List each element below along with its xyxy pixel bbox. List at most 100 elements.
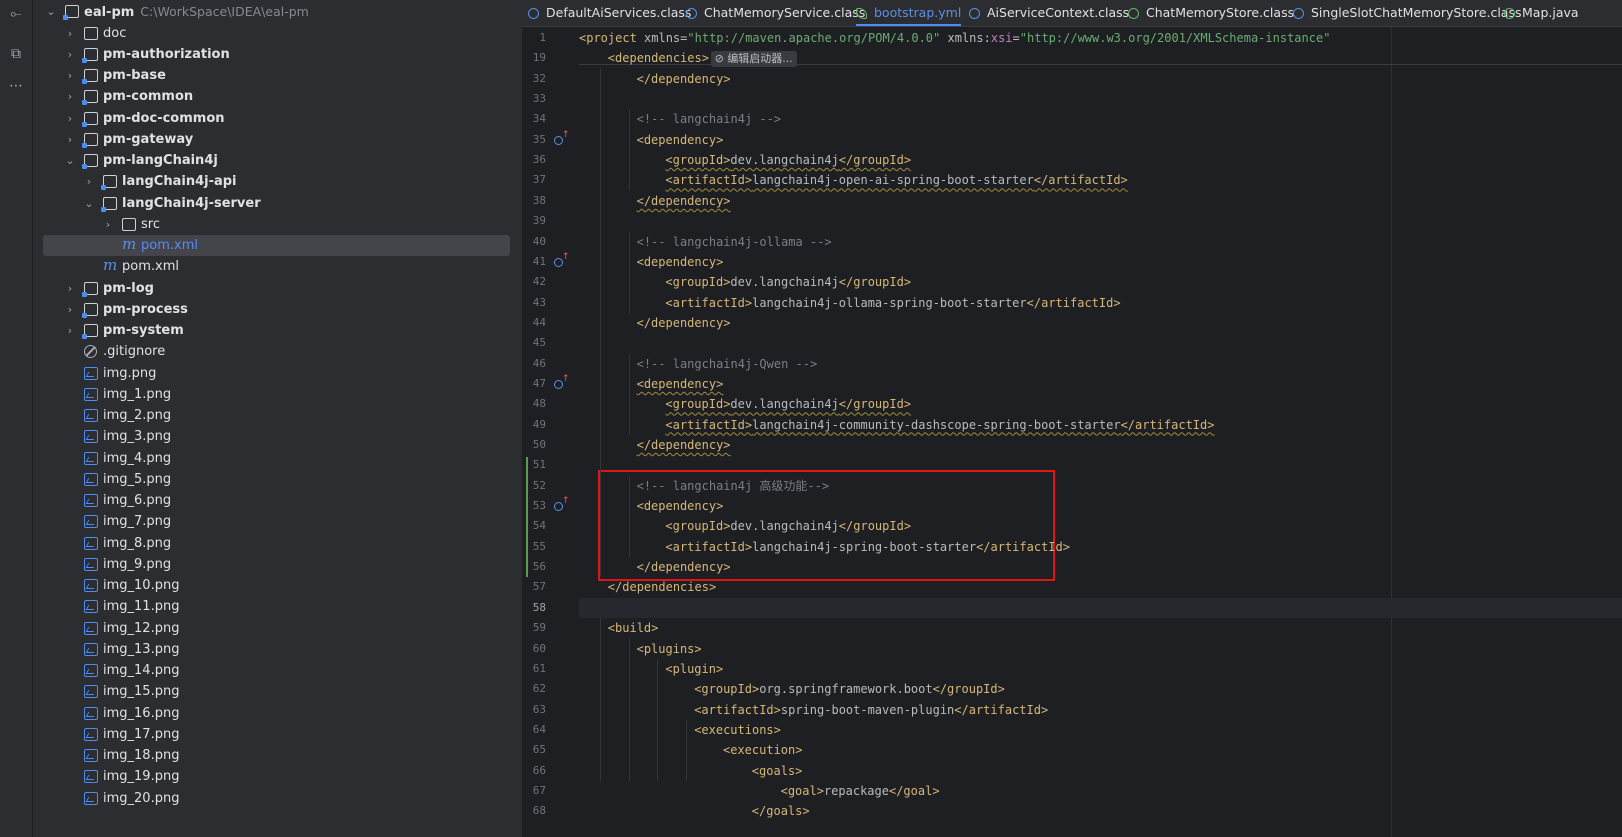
tree-item[interactable]: img_3.png xyxy=(43,426,510,447)
editor-tab[interactable]: ChatMemoryStore.class xyxy=(1128,0,1294,26)
tree-item-label: img_14.png xyxy=(103,663,180,678)
code-line: <dependency> xyxy=(637,252,724,272)
chevron-right-icon[interactable]: › xyxy=(64,65,76,86)
line-number: 67 xyxy=(532,783,546,797)
line-number: 1 xyxy=(539,31,546,44)
editor-tab[interactable]: DefaultAiServices.class xyxy=(528,0,691,26)
tree-item[interactable]: img_9.png xyxy=(43,554,510,575)
chevron-right-icon[interactable]: › xyxy=(64,299,76,320)
tree-root[interactable]: ⌄ eal-pm C:\WorkSpace\IDEA\eal-pm xyxy=(43,1,510,22)
spring-bean-gutter-icon[interactable] xyxy=(554,496,570,512)
module-folder-icon xyxy=(82,324,98,339)
chevron-right-icon[interactable]: › xyxy=(64,320,76,341)
tree-item[interactable]: img_2.png xyxy=(43,405,510,426)
chevron-down-icon[interactable]: ⌄ xyxy=(83,193,95,214)
code-area[interactable]: ⊘ 编辑启动器... <project xmlns="http://maven.… xyxy=(579,27,1622,837)
code-line: </dependency> xyxy=(637,557,731,577)
tree-item[interactable]: ⌄ pm-langChain4j xyxy=(43,150,510,171)
tree-item[interactable]: › pm-doc-common xyxy=(43,108,510,129)
chevron-right-icon[interactable]: › xyxy=(64,108,76,129)
chevron-right-icon[interactable]: › xyxy=(64,23,76,44)
tree-item[interactable]: img_7.png xyxy=(43,511,510,532)
module-folder-icon xyxy=(82,281,98,297)
line-number: 63 xyxy=(532,702,546,716)
tab-label: ChatMemoryStore.class xyxy=(1146,5,1295,20)
tree-item[interactable]: › doc xyxy=(43,23,510,44)
tree-item[interactable]: img_11.png xyxy=(43,596,510,617)
code-token: <project xyxy=(579,31,645,45)
folder-icon xyxy=(84,26,98,40)
more-tools-icon[interactable]: ⋯ xyxy=(0,72,32,100)
tree-item[interactable]: m pom.xml xyxy=(43,235,510,256)
line-number: 37 xyxy=(532,173,546,187)
tree-item[interactable]: img_1.png xyxy=(43,384,510,405)
tree-item[interactable]: img_16.png xyxy=(43,703,510,724)
editor-tab[interactable]: ChatMemoryService.class xyxy=(686,0,865,26)
tree-item[interactable]: img_8.png xyxy=(43,533,510,554)
tree-item-label: img_8.png xyxy=(103,535,172,551)
chevron-right-icon[interactable]: › xyxy=(64,129,76,150)
line-number: 59 xyxy=(532,621,546,635)
code-token: <artifactId> xyxy=(665,539,753,554)
tree-item[interactable]: img_20.png xyxy=(43,788,510,809)
inlay-hint-starter[interactable]: ⊘ 编辑启动器... xyxy=(710,51,797,68)
chevron-right-icon[interactable]: › xyxy=(83,171,95,192)
tree-item[interactable]: › pm-gateway xyxy=(43,129,510,150)
tree-item-label: pm-system xyxy=(103,323,184,338)
tree-item[interactable]: img_5.png xyxy=(43,469,510,490)
code-token: "http://maven.apache.org/POM/4.0.0" xyxy=(687,31,941,45)
tree-item[interactable]: img_13.png xyxy=(43,639,510,660)
tree-item[interactable]: › pm-log xyxy=(43,278,510,299)
tree-item[interactable]: › pm-authorization xyxy=(43,44,510,65)
tree-item[interactable]: › pm-process xyxy=(43,299,510,320)
editor-tab[interactable]: bootstrap.yml xyxy=(856,0,962,26)
editor-tab[interactable]: SingleSlotChatMemoryStore.class xyxy=(1293,0,1521,26)
line-number: 40 xyxy=(532,234,546,248)
tree-item[interactable]: img.png xyxy=(43,363,510,384)
tree-item[interactable]: › pm-common xyxy=(43,86,510,107)
editor-tab[interactable]: AiServiceContext.class xyxy=(969,0,1129,26)
tree-item[interactable]: img_14.png xyxy=(43,660,510,681)
tree-item[interactable]: img_15.png xyxy=(43,681,510,702)
vcs-added-marker[interactable] xyxy=(526,457,528,578)
chevron-right-icon[interactable]: › xyxy=(64,86,76,107)
tree-item[interactable]: img_12.png xyxy=(43,618,510,639)
code-token: </groupId> xyxy=(838,519,912,534)
code-token: <dependency> xyxy=(636,499,724,514)
tree-item[interactable]: img_10.png xyxy=(43,575,510,596)
line-number: 50 xyxy=(532,438,546,451)
maven-icon: m xyxy=(122,235,137,253)
chevron-right-icon[interactable]: › xyxy=(64,44,76,65)
tree-item[interactable]: img_6.png xyxy=(43,490,510,511)
tree-item[interactable]: img_19.png xyxy=(43,766,510,787)
image-file-icon xyxy=(84,600,98,614)
tree-item[interactable]: › langChain4j-api xyxy=(43,171,510,192)
spring-bean-gutter-icon[interactable] xyxy=(554,252,570,267)
project-tree: ⌄ eal-pm C:\WorkSpace\IDEA\eal-pm › doc › pm… xyxy=(33,0,522,837)
chevron-right-icon[interactable]: › xyxy=(102,214,114,235)
tree-item[interactable]: img_17.png xyxy=(43,724,510,745)
spring-bean-gutter-icon[interactable] xyxy=(554,130,570,145)
ignore-file-icon xyxy=(84,345,97,359)
tree-item[interactable]: › src xyxy=(43,214,510,235)
tree-item[interactable]: .gitignore xyxy=(43,341,510,362)
line-number: 48 xyxy=(532,397,546,411)
tree-item[interactable]: ⌄ langChain4j-server xyxy=(43,193,510,214)
image-file-icon xyxy=(84,451,98,465)
tree-item[interactable]: › pm-base xyxy=(43,65,510,86)
chevron-down-icon[interactable]: ⌄ xyxy=(45,1,57,22)
structure-icon[interactable]: ⧉ xyxy=(0,40,32,68)
tree-item-label: doc xyxy=(103,25,127,41)
tree-item[interactable]: m pom.xml xyxy=(43,256,510,277)
tree-item-label: img_15.png xyxy=(103,684,180,700)
commit-icon[interactable]: ⟜ xyxy=(0,0,32,28)
tree-item[interactable]: img_4.png xyxy=(43,448,510,469)
editor-tab[interactable]: Map.java xyxy=(1504,0,1579,26)
spring-bean-gutter-icon[interactable] xyxy=(554,374,570,389)
line-number: 36 xyxy=(532,153,546,167)
code-line: <dependency> xyxy=(637,374,724,394)
tree-item[interactable]: img_18.png xyxy=(43,745,510,766)
chevron-right-icon[interactable]: › xyxy=(64,278,76,299)
chevron-down-icon[interactable]: ⌄ xyxy=(64,150,76,171)
tree-item[interactable]: › pm-system xyxy=(43,320,510,341)
